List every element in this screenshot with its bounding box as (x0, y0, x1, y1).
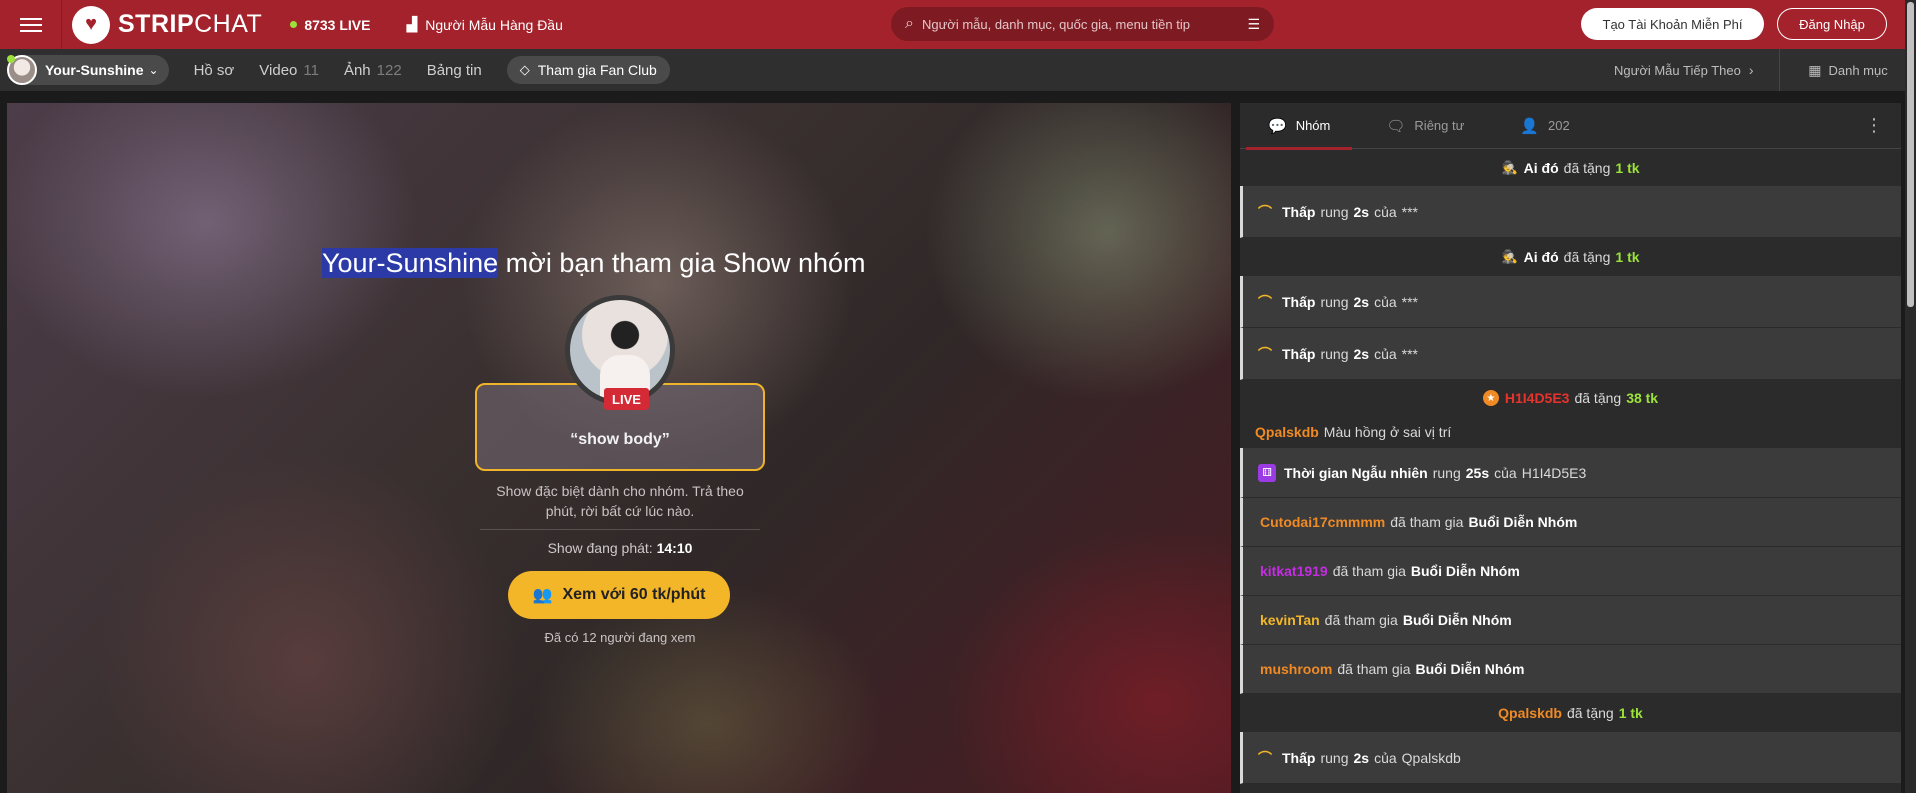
chevron-right-icon: › (1748, 62, 1754, 78)
chat-tip-message: 🕵 Ai đó đã tặng 1 tk (1240, 238, 1901, 276)
anonymous-spy-icon: 🕵 (1501, 160, 1518, 175)
top-models-link[interactable]: ▟ Người Mẫu Hàng Đầu (406, 16, 562, 33)
login-button[interactable]: Đăng Nhập (1777, 8, 1887, 40)
username[interactable]: kevinTan (1260, 612, 1320, 628)
tab-photos[interactable]: Ảnh 122 (344, 62, 402, 79)
brand-logo[interactable]: ♥ STRIPCHAT (72, 5, 263, 44)
tab-group-chat[interactable]: 💬 Nhóm (1240, 103, 1358, 150)
menu-hamburger-button[interactable] (0, 0, 62, 49)
video-player[interactable]: Your-Sunshine mời bạn tham gia Show nhóm… (7, 103, 1231, 793)
vibration-low-icon: ⌒ (1258, 345, 1272, 362)
ranking-icon: ▟ (406, 16, 418, 32)
username[interactable]: Qpalskdb (1498, 705, 1562, 721)
tab-profile[interactable]: Hồ sơ (194, 62, 235, 79)
tab-videos[interactable]: Video 11 (259, 62, 319, 79)
username[interactable]: H1I4D5E3 (1505, 390, 1570, 406)
username[interactable]: Qpalskdb (1255, 424, 1319, 440)
chat-join-message: Cutodai17cmmmm đã tham gia Buổi Diễn Nhóm (1240, 498, 1901, 547)
search-icon: ⌕ (905, 15, 914, 32)
page-scrollbar[interactable] (1905, 0, 1916, 793)
watch-group-show-button[interactable]: 👥 Xem với 60 tk/phút (508, 571, 730, 619)
chat-vibration-message: ⌒ Thấp rung 2s của *** (1240, 186, 1901, 238)
photos-count: 122 (376, 61, 402, 79)
live-dot-icon (290, 21, 298, 28)
top-models-label: Người Mẫu Hàng Đầu (425, 16, 563, 33)
vibration-low-icon: ⌒ (1258, 293, 1272, 310)
tab-users[interactable]: 👤 202 (1492, 103, 1597, 149)
chat-panel: 💬 Nhóm 🗨 Riêng tư 👤 202 ⋮ 🕵 Ai đó đã tặng 1 tk… (1240, 103, 1901, 793)
live-badge: LIVE (604, 388, 649, 410)
show-description: Show đặc biệt dành cho nhóm. Trả theo ph… (496, 483, 744, 519)
join-fanclub-button[interactable]: ◇ Tham gia Fan Club (506, 56, 670, 84)
categories-button[interactable]: ▦ Danh mục (1779, 49, 1916, 91)
show-topic: “show body” (570, 431, 670, 448)
star-badge-icon: ★ (1482, 390, 1499, 406)
chat-bubble-icon: 💬 (1268, 117, 1287, 135)
fanclub-label: Tham gia Fan Club (537, 62, 657, 78)
anonymous-spy-icon: 🕵 (1501, 249, 1518, 264)
tab-feed[interactable]: Bảng tin (427, 62, 482, 79)
chat-join-message: mushroom đã tham gia Buổi Diễn Nhóm (1240, 645, 1901, 694)
hamburger-icon (19, 14, 42, 36)
group-show-invite-title: Your-Sunshine mời bạn tham gia Show nhóm (322, 248, 866, 278)
live-count-text: 8733 LIVE (304, 16, 371, 33)
private-chat-icon: 🗨 (1386, 117, 1406, 135)
divider (480, 529, 760, 530)
next-model-label: Người Mẫu Tiếp Theo (1614, 62, 1741, 78)
dice-icon: ⚅ (1258, 463, 1276, 482)
model-name: Your-Sunshine (45, 62, 144, 78)
model-tabs: Hồ sơ Video 11 Ảnh 122 Bảng tin ◇ Tham gia… (194, 56, 670, 84)
vibration-low-icon: ⌒ (1258, 203, 1272, 220)
user-icon: 👤 (1520, 117, 1540, 135)
chat-vibration-message: ⌒ Thấp rung 2s của *** (1240, 328, 1901, 380)
group-users-icon: 👥 (532, 587, 553, 604)
more-options-icon[interactable]: ⋮ (1865, 115, 1883, 136)
username[interactable]: kitkat1919 (1260, 563, 1328, 579)
categories-label: Danh mục (1828, 62, 1888, 78)
chat-text-message: Qpalskdb Màu hồng ở sai vị trí (1240, 416, 1901, 448)
create-account-button[interactable]: Tạo Tài Khoản Miễn Phí (1581, 8, 1764, 40)
username[interactable]: Cutodai17cmmmm (1260, 514, 1385, 530)
search-bar[interactable]: ⌕ ☰ (891, 7, 1274, 41)
videos-count: 11 (303, 61, 319, 79)
chat-vibration-message: ⌒ Thấp rung 2s của Qpalskdb (1240, 732, 1901, 784)
watch-button-label: Xem với 60 tk/phút (562, 586, 706, 603)
chat-vibration-message: ⚅ Thời gian Ngẫu nhiên rung 25s của H1I4D5E3 (1240, 448, 1901, 498)
model-avatar (7, 55, 37, 85)
viewer-count: Đã có 12 người đang xem (544, 630, 696, 645)
tab-private-chat[interactable]: 🗨 Riêng tư (1358, 103, 1492, 149)
vibration-low-icon: ⌒ (1258, 749, 1272, 766)
chevron-down-icon: ⌄ (148, 63, 159, 77)
filter-icon[interactable]: ☰ (1247, 16, 1260, 33)
chat-vibration-message: ⌒ Thấp rung 2s của *** (1240, 276, 1901, 328)
chat-message-list: 🕵 Ai đó đã tặng 1 tk ⌒ Thấp rung 2s của *** 🕵 Ai … (1240, 150, 1901, 784)
search-input[interactable] (921, 16, 1248, 32)
chat-tip-message: Qpalskdb đã tặng 1 tk (1240, 694, 1901, 732)
show-elapsed-time: Show đang phát: 14:10 (547, 540, 693, 556)
chat-tabs: 💬 Nhóm 🗨 Riêng tư 👤 202 ⋮ (1240, 103, 1901, 150)
chat-tip-message: ★ H1I4D5E3 đã tặng 38 tk (1240, 380, 1901, 416)
grid-icon: ▦ (1808, 61, 1822, 78)
stripchat-logo-icon: ♥ (72, 5, 110, 44)
chat-join-message: kevinTan đã tham gia Buổi Diễn Nhóm (1240, 596, 1901, 645)
chat-tip-message: 🕵 Ai đó đã tặng 1 tk (1240, 150, 1901, 186)
username[interactable]: mushroom (1260, 661, 1332, 677)
scrollbar-thumb[interactable] (1907, 2, 1914, 307)
chat-join-message: kitkat1919 đã tham gia Buổi Diễn Nhóm (1240, 547, 1901, 596)
next-model-button[interactable]: Người Mẫu Tiếp Theo › (1614, 49, 1754, 91)
live-count-link[interactable]: 8733 LIVE (290, 17, 370, 33)
brand-name: STRIPCHAT (118, 10, 263, 38)
model-selector[interactable]: Your-Sunshine ⌄ (7, 55, 169, 85)
diamond-icon: ◇ (519, 62, 530, 77)
